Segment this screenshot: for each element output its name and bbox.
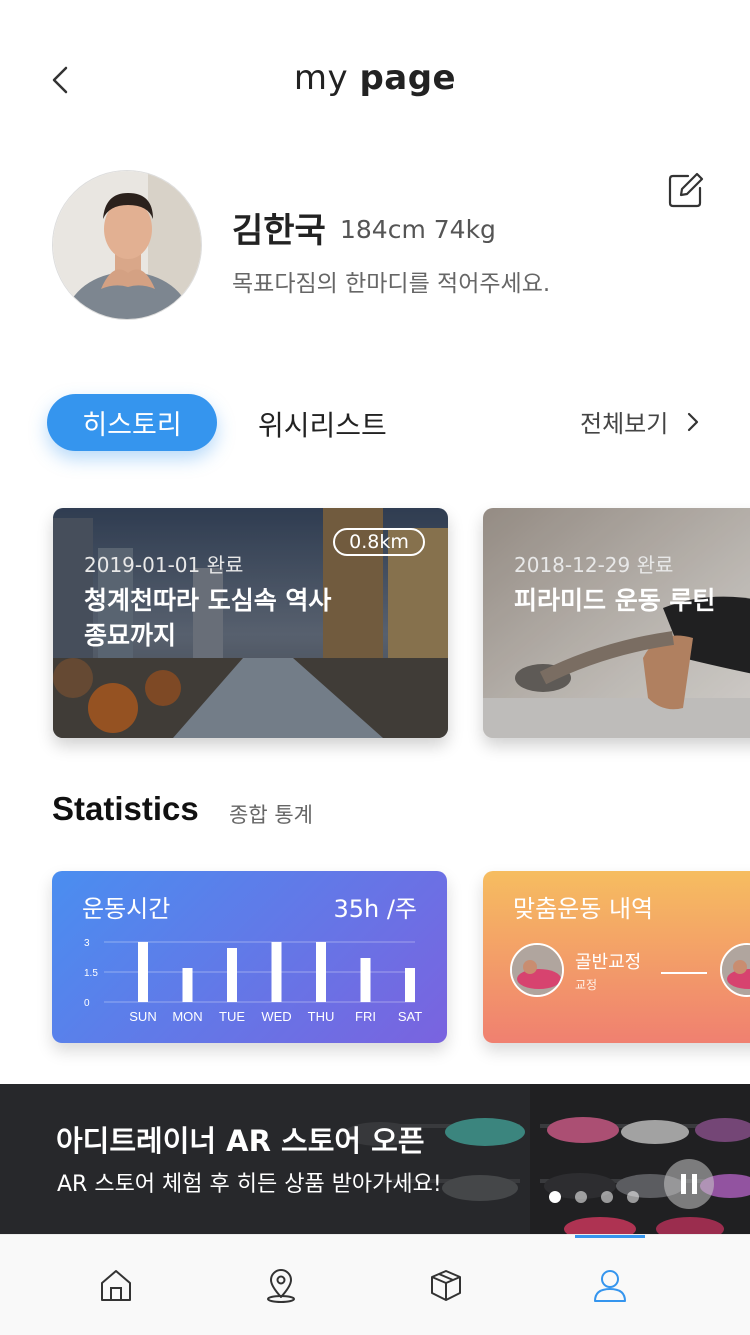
nav-home[interactable] <box>66 1235 166 1335</box>
x-tick-label: FRI <box>355 1009 376 1024</box>
chevron-right-icon <box>688 412 699 431</box>
pause-icon <box>681 1174 686 1194</box>
statistics-subtitle: 종합 통계 <box>229 803 313 827</box>
chart-bar <box>405 968 415 1002</box>
custom-exercise-label: 맞춤운동 내역 <box>513 895 654 923</box>
tab-history[interactable]: 히스토리 <box>47 394 217 451</box>
chart-bar <box>360 958 371 1002</box>
y-tick-label: 3 <box>84 938 90 949</box>
page-title: my page <box>293 58 457 98</box>
user-icon <box>594 1270 626 1302</box>
y-tick-label: 0 <box>84 998 90 1009</box>
x-tick-label: TUE <box>219 1009 245 1024</box>
chart-bar <box>182 968 193 1002</box>
history-card[interactable]: 2018-12-29 완료 피라미드 운동 루틴 <box>483 508 750 738</box>
view-all-label: 전체보기 <box>580 410 669 438</box>
chart-bar <box>138 942 148 1002</box>
custom-exercise-card[interactable]: 맞춤운동 내역 골반교정 교정 <box>483 871 750 1043</box>
carousel-dot[interactable] <box>627 1191 639 1203</box>
location-icon <box>267 1269 295 1303</box>
avatar[interactable] <box>52 170 202 320</box>
x-tick-label: WED <box>261 1009 291 1024</box>
nav-store[interactable] <box>396 1235 496 1335</box>
body-info: 184cm 74kg <box>340 215 496 244</box>
history-title: 피라미드 운동 루틴 <box>514 586 716 615</box>
home-icon <box>101 1270 131 1301</box>
chart-bar <box>227 948 237 1002</box>
history-card-image <box>483 508 750 738</box>
motto-placeholder[interactable]: 목표다짐의 한마디를 적어주세요. <box>232 264 550 298</box>
carousel-dot[interactable] <box>549 1191 561 1203</box>
carousel-dot[interactable] <box>575 1191 587 1203</box>
carousel-indicator[interactable] <box>549 1191 639 1203</box>
edit-icon[interactable] <box>666 170 706 210</box>
exercise-thumbnail <box>720 943 750 997</box>
x-tick-label: SAT <box>398 1009 422 1024</box>
divider <box>661 972 707 974</box>
carousel-dot[interactable] <box>601 1191 613 1203</box>
y-tick-label: 1.5 <box>84 968 98 979</box>
x-tick-label: SUN <box>129 1009 156 1024</box>
custom-exercise-category: 교정 <box>575 978 598 992</box>
bottom-nav <box>0 1234 750 1335</box>
pause-button[interactable] <box>664 1159 714 1209</box>
ar-store-banner[interactable]: 아디트레이너 AR 스토어 오픈 AR 스토어 체험 후 히든 상품 받아가세요… <box>0 1084 750 1234</box>
tab-wishlist[interactable]: 위시리스트 <box>258 404 387 444</box>
history-date: 2018-12-29 완료 <box>514 553 674 577</box>
history-date: 2019-01-01 완료 <box>84 553 244 577</box>
view-all-link[interactable]: 전체보기 <box>580 404 700 439</box>
statistics-title: Statistics <box>52 790 199 827</box>
nav-location[interactable] <box>231 1235 331 1335</box>
x-tick-label: THU <box>308 1009 335 1024</box>
nav-mypage[interactable] <box>560 1235 660 1335</box>
chart-bar <box>271 942 282 1002</box>
exercise-bar-chart: 3 1.5 0 SUN MON TUE WED THU FRI SAT <box>84 938 422 1024</box>
pause-icon <box>692 1174 697 1194</box>
history-card[interactable]: 0.8km 2019-01-01 완료 청계천따라 도심속 역사 종묘까지 <box>53 508 448 738</box>
box-icon <box>431 1270 461 1301</box>
banner-subtitle: AR 스토어 체험 후 히든 상품 받아가세요! <box>57 1172 442 1197</box>
user-name: 김한국 <box>232 211 326 251</box>
distance-badge: 0.8km <box>333 528 425 556</box>
exercise-time-card[interactable]: 운동시간 35h /주 3 1.5 0 SUN MON TUE WED THU FRI SAT <box>52 871 447 1043</box>
x-tick-label: MON <box>172 1009 202 1024</box>
custom-exercise-name: 골반교정 <box>575 952 642 973</box>
banner-title: 아디트레이너 AR 스토어 오픈 <box>56 1124 425 1158</box>
chart-bar <box>316 942 326 1002</box>
exercise-thumbnail <box>510 943 564 997</box>
history-title: 청계천따라 도심속 역사 종묘까지 <box>84 586 332 650</box>
